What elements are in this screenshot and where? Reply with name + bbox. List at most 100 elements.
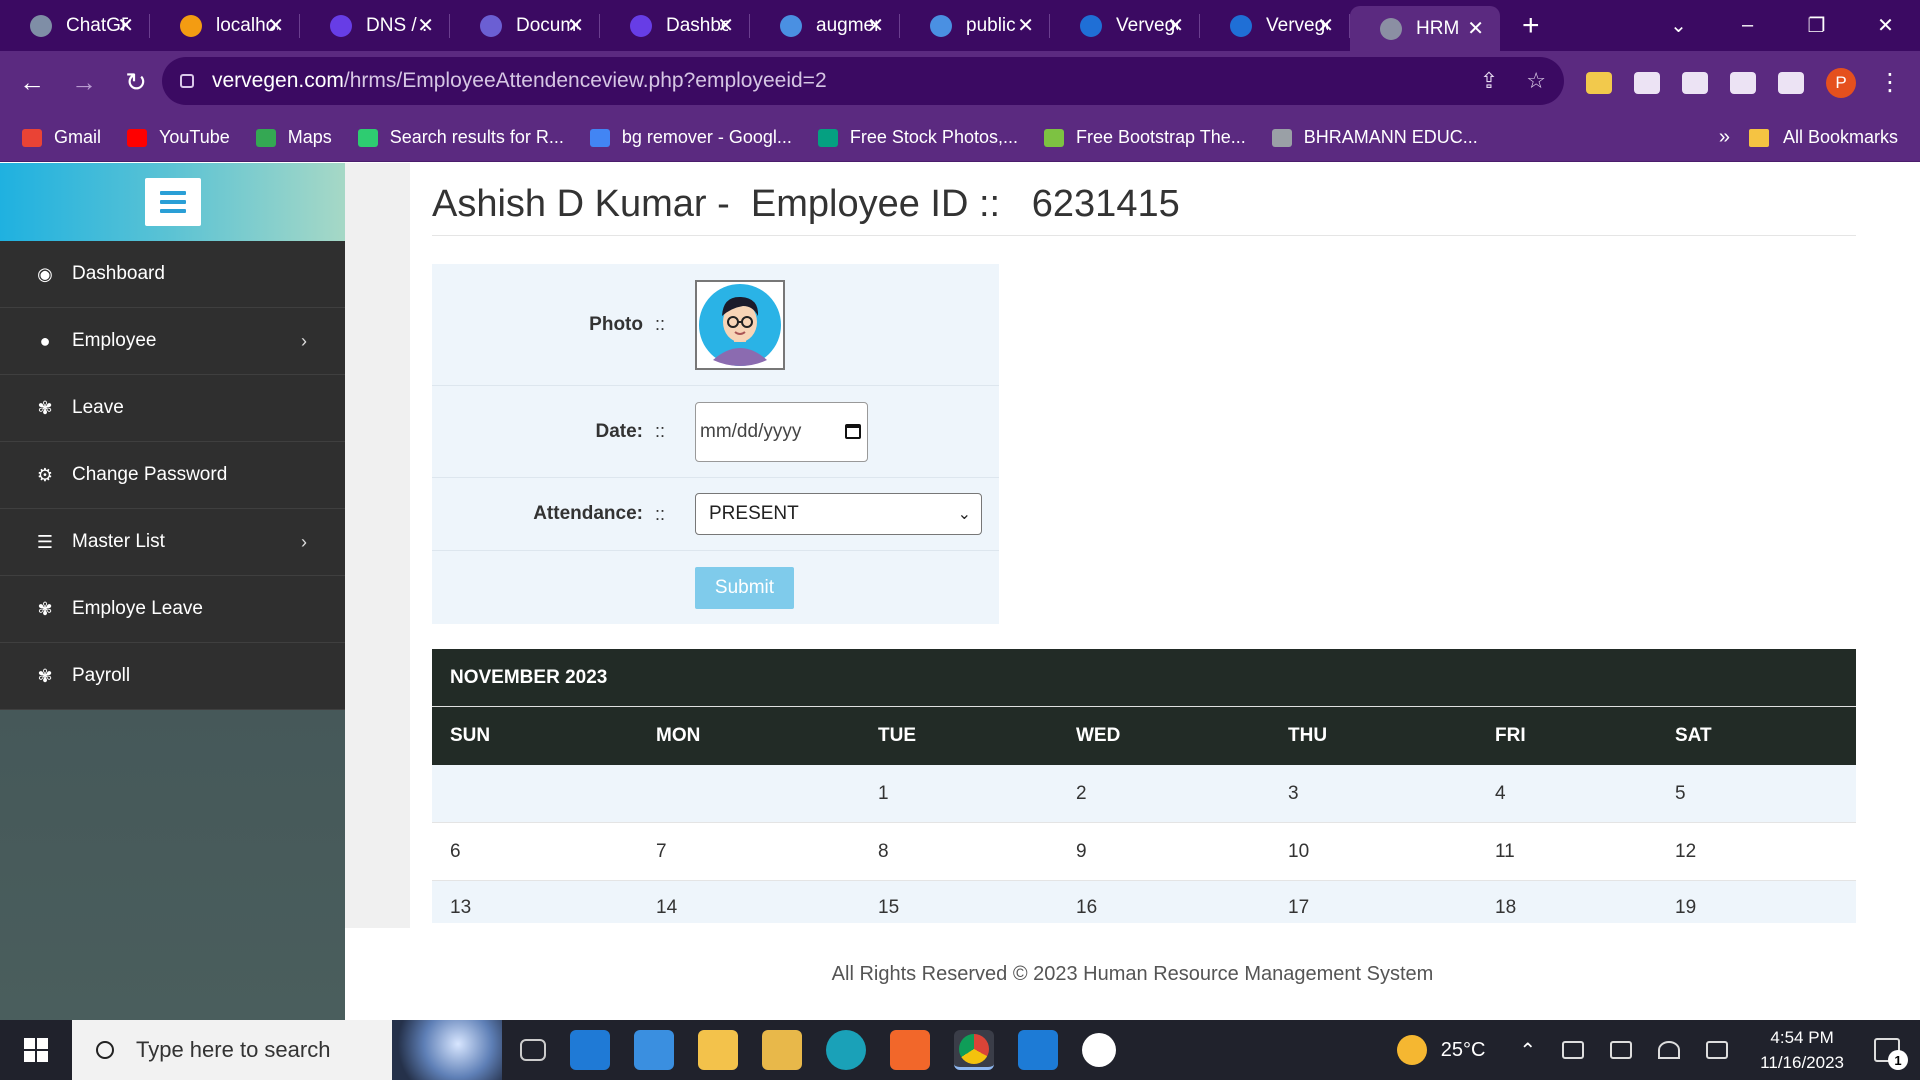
battery-icon[interactable]	[1706, 1041, 1729, 1059]
meet-now-icon[interactable]	[1562, 1041, 1585, 1059]
calendar-day-cell[interactable]: 17	[1270, 897, 1477, 919]
file-explorer-icon[interactable]	[698, 1030, 738, 1070]
browser-tab[interactable]: Document✕	[450, 0, 600, 51]
close-tab-icon[interactable]: ✕	[1317, 13, 1334, 38]
calendar-day-cell[interactable]: 1	[860, 783, 1058, 805]
edge-icon[interactable]	[826, 1030, 866, 1070]
sidebar-item-dashboard[interactable]: ◉ Dashboard	[0, 241, 345, 308]
chatgpt-app-icon[interactable]	[1082, 1033, 1116, 1067]
share-icon[interactable]: ⇪	[1480, 68, 1498, 94]
close-tab-icon[interactable]: ✕	[1017, 13, 1034, 38]
calendar-day-cell[interactable]: 11	[1477, 841, 1657, 863]
calendar-day-cell[interactable]: 3	[1270, 783, 1477, 805]
task-view-icon[interactable]	[520, 1039, 546, 1061]
calendar-day-cell[interactable]: 12	[1657, 841, 1856, 863]
sidebar-item-master-list[interactable]: ☰ Master List ›	[0, 509, 345, 576]
minimize-button[interactable]: –	[1713, 14, 1782, 37]
bookmark-item[interactable]: Maps	[255, 127, 332, 148]
bookmark-item[interactable]: BHRAMANN EDUC...	[1271, 127, 1478, 148]
calendar-day-cell[interactable]: 13	[432, 897, 638, 919]
extension-icon[interactable]	[1634, 71, 1660, 94]
calendar-day-cell[interactable]: 6	[432, 841, 638, 863]
close-tab-icon[interactable]: ✕	[717, 13, 734, 38]
calendar-day-cell[interactable]: 10	[1270, 841, 1477, 863]
store-icon[interactable]	[634, 1030, 674, 1070]
calendar-day-cell[interactable]: 5	[1657, 783, 1856, 805]
calendar-day-cell[interactable]: 9	[1058, 841, 1270, 863]
attendance-select[interactable]: PRESENT ⌄	[695, 493, 982, 535]
close-tab-icon[interactable]: ✕	[1167, 13, 1184, 38]
vscode-icon[interactable]	[1018, 1030, 1058, 1070]
calendar-day-cell[interactable]: 18	[1477, 897, 1657, 919]
sidebar-item-payroll[interactable]: ✾ Payroll	[0, 643, 345, 710]
profile-avatar[interactable]: P	[1826, 67, 1856, 98]
address-bar[interactable]: vervegen.com/hrms/EmployeeAttendenceview…	[162, 57, 1564, 105]
screen-icon[interactable]	[1610, 1041, 1633, 1059]
all-bookmarks-button[interactable]: All Bookmarks	[1748, 127, 1898, 148]
close-tab-icon[interactable]: ✕	[867, 13, 884, 38]
bookmarks-overflow-button[interactable]: »	[1719, 126, 1730, 149]
forward-button[interactable]: →	[64, 67, 104, 98]
close-tab-icon[interactable]: ✕	[267, 13, 284, 38]
calendar-picker-icon[interactable]	[845, 424, 861, 439]
browser-tab[interactable]: Vervegen✕	[1050, 0, 1200, 51]
bookmark-item[interactable]: YouTube	[127, 127, 230, 148]
chevron-up-icon[interactable]: ⌃	[1519, 1038, 1536, 1063]
calendar-day-cell[interactable]: 16	[1058, 897, 1270, 919]
mail-icon[interactable]	[570, 1030, 610, 1070]
xampp-icon[interactable]	[890, 1030, 930, 1070]
close-tab-icon[interactable]: ✕	[1467, 16, 1484, 41]
close-window-button[interactable]: ✕	[1851, 13, 1920, 38]
package-icon[interactable]	[762, 1030, 802, 1070]
calendar-day-cell[interactable]: 7	[638, 841, 860, 863]
calendar-day-cell[interactable]: 15	[860, 897, 1058, 919]
camera-icon[interactable]	[1682, 71, 1708, 94]
puzzle-icon[interactable]	[1730, 71, 1756, 94]
submit-button[interactable]: Submit	[695, 566, 794, 609]
sidebar-item-change-password[interactable]: ⚙ Change Password	[0, 442, 345, 509]
close-tab-icon[interactable]: ✕	[567, 13, 584, 38]
bookmark-item[interactable]: Free Bootstrap The...	[1043, 127, 1246, 148]
calendar-day-cell[interactable]: 14	[638, 897, 860, 919]
browser-tab[interactable]: Dashboard✕	[600, 0, 750, 51]
calendar-day-cell[interactable]: 8	[860, 841, 1058, 863]
calendar-day-cell[interactable]: 2	[1058, 783, 1270, 805]
sidebar-item-employe-leave[interactable]: ✾ Employe Leave	[0, 576, 345, 643]
sidebar-item-leave[interactable]: ✾ Leave	[0, 375, 345, 442]
hamburger-menu-button[interactable]	[144, 178, 201, 226]
browser-tab[interactable]: DNS / ...✕	[300, 0, 450, 51]
browser-tab[interactable]: Vervegen✕	[1200, 0, 1350, 51]
bookmark-item[interactable]: Free Stock Photos,...	[817, 127, 1018, 148]
date-input[interactable]: mm/dd/yyyy	[695, 401, 868, 462]
bookmark-star-icon[interactable]: ☆	[1526, 68, 1546, 94]
calendar-day-cell[interactable]: 4	[1477, 783, 1657, 805]
browser-tab[interactable]: ChatGPT✕	[0, 0, 150, 51]
chrome-icon[interactable]	[954, 1030, 994, 1070]
browser-tab[interactable]: HRM ✕	[1350, 6, 1500, 51]
new-tab-button[interactable]: +	[1522, 0, 1540, 51]
browser-tab[interactable]: public ✕	[900, 0, 1050, 51]
browser-tab[interactable]: localhost✕	[150, 0, 300, 51]
bookmark-item[interactable]: bg remover - Googl...	[589, 127, 792, 148]
bookmark-item[interactable]: Gmail	[22, 127, 101, 148]
close-tab-icon[interactable]: ✕	[117, 13, 134, 38]
system-clock[interactable]: 4:54 PM 11/16/2023	[1760, 1025, 1844, 1075]
reload-button[interactable]: ↻	[116, 67, 156, 98]
calendar-day-cell[interactable]: 19	[1657, 897, 1856, 919]
lock-icon[interactable]	[180, 74, 194, 88]
extension-icon[interactable]	[1586, 71, 1612, 94]
browser-tab[interactable]: augment✕	[750, 0, 900, 51]
wifi-icon[interactable]	[1658, 1041, 1681, 1059]
back-button[interactable]: ←	[12, 67, 52, 98]
weather-widget[interactable]: 25°C	[1396, 1035, 1485, 1065]
restore-button[interactable]: ❐	[1782, 13, 1851, 38]
tab-search-icon[interactable]: ⌄	[1644, 13, 1713, 38]
side-panel-icon[interactable]	[1778, 71, 1804, 94]
start-button[interactable]	[0, 1020, 72, 1080]
close-tab-icon[interactable]: ✕	[417, 13, 434, 38]
taskbar-search[interactable]: Type here to search	[72, 1020, 502, 1080]
notification-center-icon[interactable]: 1	[1874, 1038, 1908, 1070]
sidebar-item-employee[interactable]: ● Employee ›	[0, 308, 345, 375]
menu-kebab-icon[interactable]: ⋮	[1878, 68, 1902, 97]
bookmark-item[interactable]: Search results for R...	[357, 127, 564, 148]
